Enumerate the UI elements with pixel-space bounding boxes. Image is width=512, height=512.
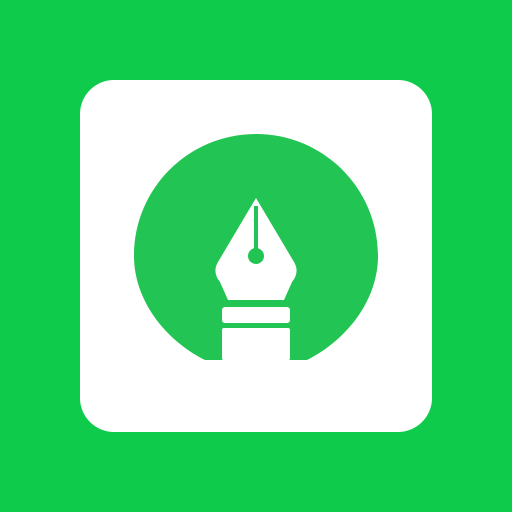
app-icon xyxy=(0,0,512,512)
nib-slit xyxy=(254,206,258,252)
nib-grip xyxy=(222,328,290,360)
nib-collar-gap xyxy=(222,323,290,328)
nib-collar xyxy=(222,307,290,323)
nib-breather-hole xyxy=(248,248,264,264)
